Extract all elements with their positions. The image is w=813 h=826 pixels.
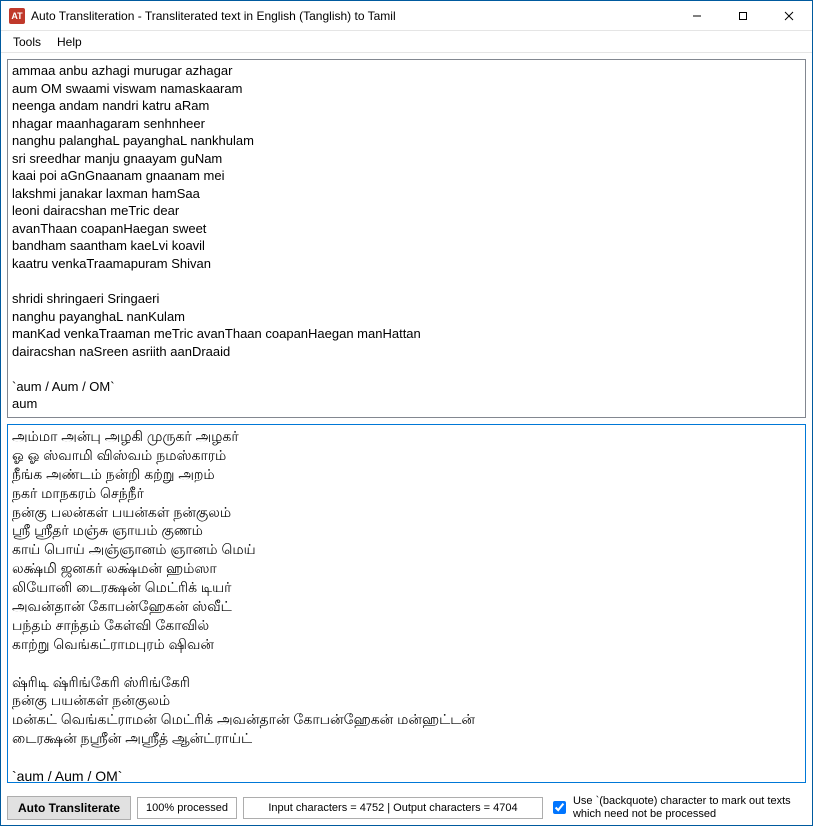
app-icon: AT bbox=[9, 8, 25, 24]
input-pane-wrap bbox=[7, 59, 806, 418]
content-area bbox=[1, 53, 812, 789]
window-buttons bbox=[674, 1, 812, 30]
menu-tools[interactable]: Tools bbox=[5, 33, 49, 51]
output-textarea[interactable] bbox=[8, 425, 805, 782]
close-button[interactable] bbox=[766, 1, 812, 30]
char-counts: Input characters = 4752 | Output charact… bbox=[243, 797, 543, 819]
backquote-label[interactable]: Use `(backquote) character to mark out t… bbox=[573, 795, 793, 820]
progress-status: 100% processed bbox=[137, 797, 237, 819]
maximize-button[interactable] bbox=[720, 1, 766, 30]
output-pane-wrap bbox=[7, 424, 806, 783]
transliterate-button[interactable]: Auto Transliterate bbox=[7, 796, 131, 820]
backquote-checkbox[interactable] bbox=[553, 801, 566, 814]
minimize-button[interactable] bbox=[674, 1, 720, 30]
input-textarea[interactable] bbox=[8, 60, 805, 417]
window-title: Auto Transliteration - Transliterated te… bbox=[31, 9, 674, 23]
menu-help[interactable]: Help bbox=[49, 33, 90, 51]
bottom-bar: Auto Transliterate 100% processed Input … bbox=[1, 789, 812, 825]
menu-bar: Tools Help bbox=[1, 31, 812, 53]
backquote-option: Use `(backquote) character to mark out t… bbox=[549, 795, 793, 820]
title-bar: AT Auto Transliteration - Transliterated… bbox=[1, 1, 812, 31]
